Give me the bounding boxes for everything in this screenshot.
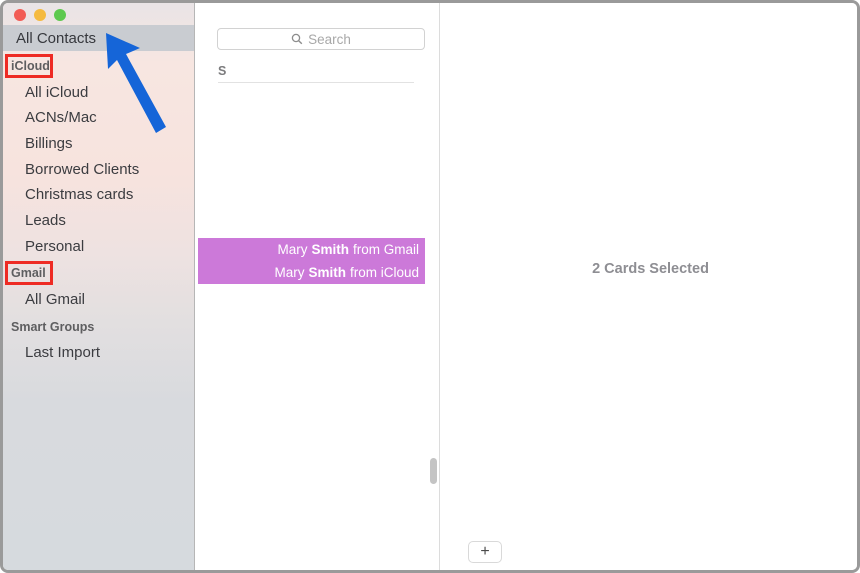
sidebar-item-acns-mac[interactable]: ACNs/Mac [25, 109, 97, 126]
sidebar-group-header-smart-groups: Smart Groups [11, 320, 95, 334]
close-button[interactable] [14, 9, 26, 21]
contact-source: from iCloud [349, 265, 419, 280]
contact-source: from Gmail [352, 242, 419, 257]
sidebar-item-label: All Contacts [16, 29, 97, 47]
sidebar: All Contacts iCloud All iCloud ACNs/Mac … [3, 3, 195, 570]
sidebar-item-all-icloud[interactable]: All iCloud [25, 84, 88, 101]
search-icon [291, 33, 303, 45]
window-controls [14, 9, 66, 21]
sidebar-item-borrowed-clients[interactable]: Borrowed Clients [25, 161, 139, 178]
list-section-header: S [218, 64, 414, 83]
sidebar-item-leads[interactable]: Leads [25, 212, 66, 229]
list-scrollbar-thumb[interactable] [430, 458, 437, 484]
minimize-button[interactable] [34, 9, 46, 21]
contact-last-name: Smith [311, 242, 349, 257]
sidebar-item-all-contacts[interactable]: All Contacts [3, 25, 194, 51]
sidebar-item-personal[interactable]: Personal [25, 238, 84, 255]
plus-icon: + [480, 543, 490, 560]
contact-first-name: Mary [274, 265, 305, 280]
annotation-box-icloud [5, 54, 53, 78]
contact-first-name: Mary [277, 242, 308, 257]
sidebar-item-all-gmail[interactable]: All Gmail [25, 291, 85, 308]
sidebar-item-last-import[interactable]: Last Import [25, 344, 100, 361]
contact-detail-pane: 2 Cards Selected + [441, 3, 857, 570]
selected-contacts-group: Mary Smith from Gmail Mary Smith from iC… [198, 238, 425, 284]
list-item[interactable]: Mary Smith from iCloud [198, 261, 425, 284]
search-input[interactable]: Search [217, 28, 425, 50]
list-item[interactable]: Mary Smith from Gmail [198, 238, 425, 261]
annotation-box-gmail [5, 261, 53, 285]
sidebar-item-christmas-cards[interactable]: Christmas cards [25, 186, 133, 203]
contact-list-column: Search S Mary Smith from Gmail Mary Smit… [196, 3, 440, 570]
sidebar-item-billings[interactable]: Billings [25, 135, 73, 152]
status-text: 2 Cards Selected [592, 261, 709, 277]
zoom-button[interactable] [54, 9, 66, 21]
add-contact-button[interactable]: + [468, 541, 502, 563]
search-placeholder: Search [308, 31, 351, 47]
contact-last-name: Smith [308, 265, 346, 280]
contacts-window: All Contacts iCloud All iCloud ACNs/Mac … [0, 0, 860, 573]
